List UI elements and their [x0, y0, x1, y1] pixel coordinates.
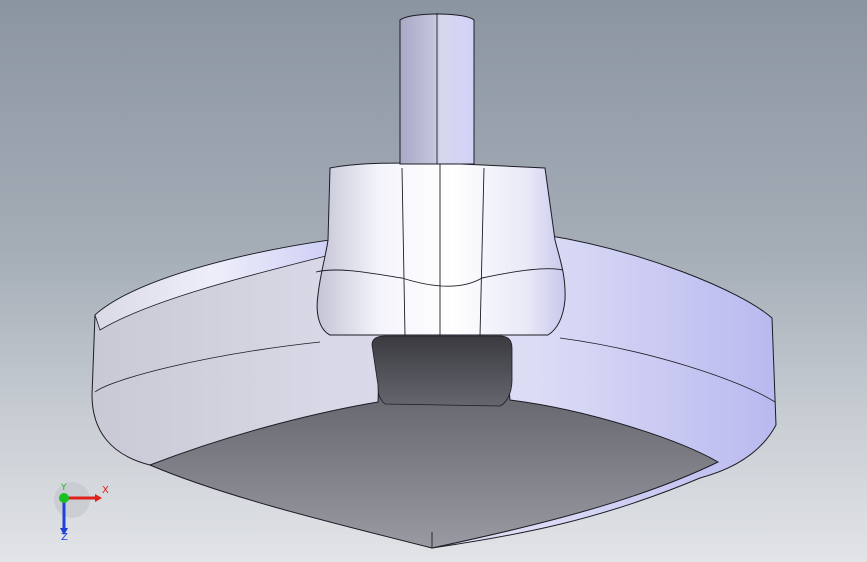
x-axis-label: X	[102, 485, 109, 496]
graphics-viewport[interactable]: X Y Z	[0, 0, 867, 562]
z-axis-label: Z	[61, 532, 68, 543]
y-axis-label: Y	[61, 483, 67, 493]
hub-block[interactable]	[316, 162, 566, 336]
cad-model[interactable]	[0, 0, 867, 562]
coordinate-triad: X Y Z	[50, 480, 120, 550]
center-notch[interactable]	[371, 335, 513, 407]
